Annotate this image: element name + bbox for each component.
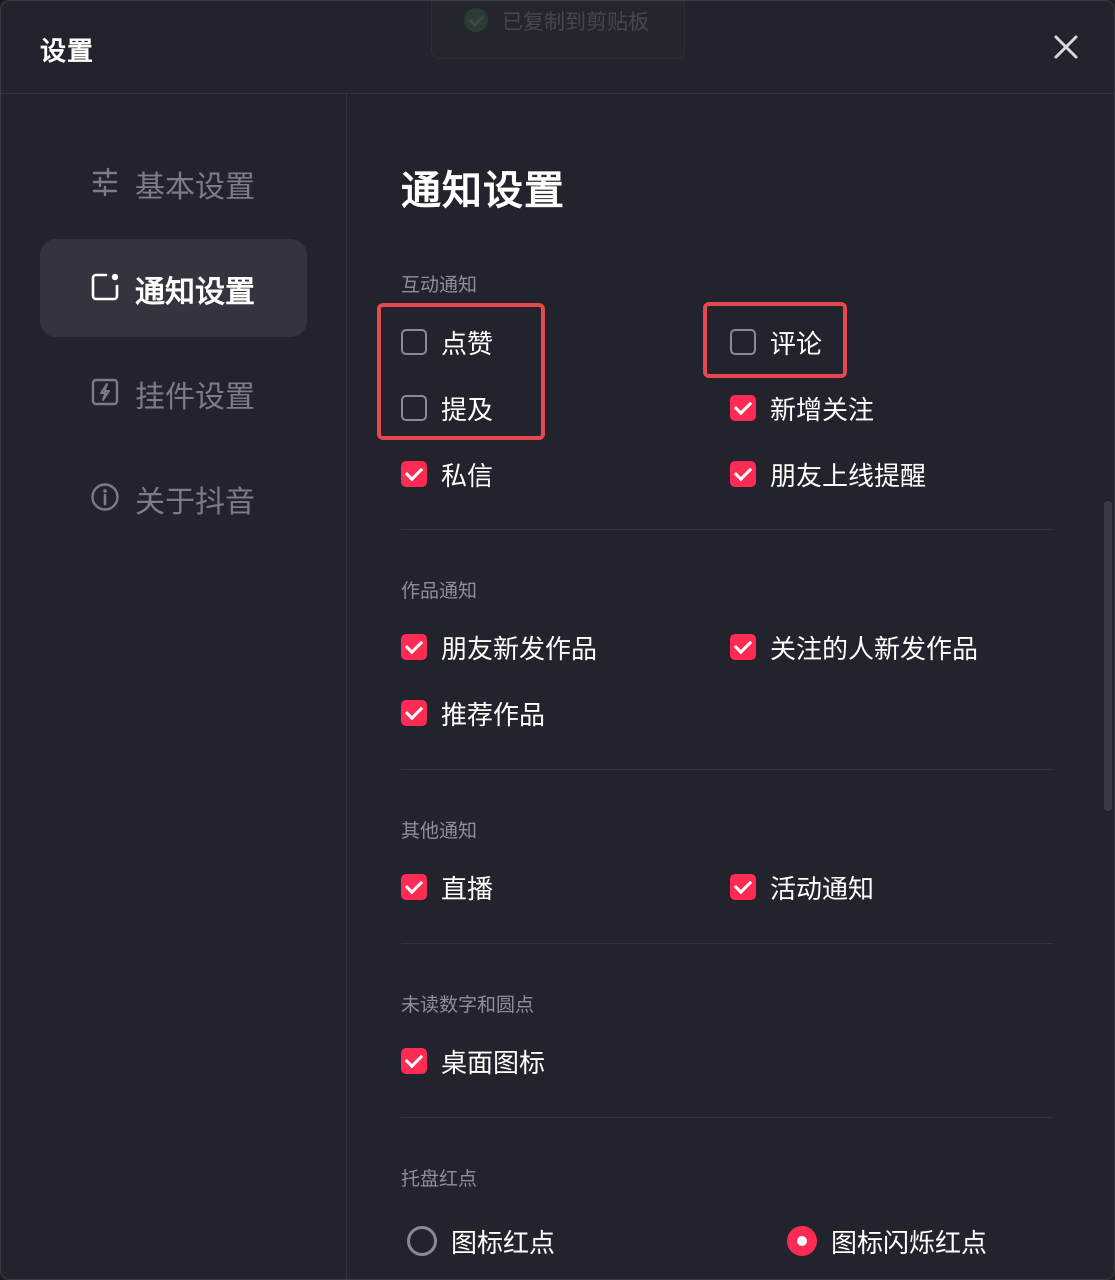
section-label-interaction: 互动通知 — [401, 274, 478, 296]
sidebar-item-label: 挂件设置 — [135, 380, 255, 415]
section-divider — [401, 943, 1053, 944]
option-label: 活动通知 — [770, 874, 875, 905]
checkbox-box — [401, 395, 427, 421]
friend-online-checkbox[interactable]: 朋友上线提醒 — [730, 454, 926, 494]
toast-text: 已复制到剪贴板 — [502, 10, 649, 34]
mention-checkbox[interactable]: 提及 — [401, 388, 493, 428]
radio-circle — [787, 1226, 817, 1256]
checkbox-box — [401, 874, 427, 900]
following-new-work-checkbox[interactable]: 关注的人新发作品 — [730, 627, 978, 667]
friend-new-work-checkbox[interactable]: 朋友新发作品 — [401, 627, 597, 667]
desktop-icon-checkbox[interactable]: 桌面图标 — [401, 1041, 545, 1081]
notification-icon — [91, 273, 119, 301]
section-divider — [401, 1117, 1053, 1118]
sidebar: 基本设置 通知设置 挂件设置 关于抖音 — [1, 94, 347, 1279]
checkbox-box — [730, 395, 756, 421]
sidebar-item-notification-settings[interactable]: 通知设置 — [40, 239, 307, 337]
settings-window: 设置 已复制到剪贴板 基本设置 通知设置 挂件设置 关于抖音 通知设置 互动通知… — [0, 0, 1115, 1280]
section-label-works: 作品通知 — [401, 580, 478, 602]
info-icon — [91, 483, 119, 511]
checkbox-box — [730, 874, 756, 900]
scrollbar[interactable] — [1104, 501, 1112, 811]
option-label: 图标闪烁红点 — [831, 1228, 988, 1259]
recommended-work-checkbox[interactable]: 推荐作品 — [401, 693, 545, 733]
like-checkbox[interactable]: 点赞 — [401, 322, 493, 362]
live-checkbox[interactable]: 直播 — [401, 867, 493, 907]
checkbox-box — [401, 634, 427, 660]
section-label-tray: 托盘红点 — [401, 1168, 478, 1190]
option-label: 朋友上线提醒 — [770, 461, 927, 492]
page-title: 通知设置 — [401, 168, 565, 214]
option-label: 私信 — [441, 461, 494, 492]
copied-toast: 已复制到剪贴板 — [431, 1, 685, 59]
sidebar-item-label: 关于抖音 — [135, 485, 255, 520]
check-circle-icon — [464, 8, 488, 32]
option-label: 推荐作品 — [441, 700, 546, 731]
new-follower-checkbox[interactable]: 新增关注 — [730, 388, 874, 428]
option-label: 桌面图标 — [441, 1048, 546, 1079]
notification-settings-panel: 通知设置 互动通知 点赞 评论 提及 新增关注 私信 朋友上线提醒 作品通知 朋… — [401, 94, 1053, 1279]
option-label: 关注的人新发作品 — [770, 634, 979, 665]
activity-notification-checkbox[interactable]: 活动通知 — [730, 867, 874, 907]
close-button[interactable] — [1048, 29, 1084, 65]
checkbox-box — [401, 700, 427, 726]
option-label: 图标红点 — [451, 1228, 556, 1259]
checkbox-box — [730, 329, 756, 355]
section-divider — [401, 529, 1053, 530]
sidebar-item-about-douyin[interactable]: 关于抖音 — [40, 449, 307, 547]
option-label: 提及 — [441, 395, 494, 426]
sliders-icon — [92, 167, 118, 197]
option-label: 直播 — [441, 874, 494, 905]
close-icon — [1054, 35, 1078, 59]
window-header: 设置 已复制到剪贴板 — [1, 1, 1114, 94]
icon-red-dot-radio[interactable]: 图标红点 — [407, 1221, 555, 1261]
sidebar-item-label: 通知设置 — [135, 275, 255, 310]
option-label: 评论 — [770, 329, 823, 360]
option-label: 朋友新发作品 — [441, 634, 598, 665]
sidebar-item-widget-settings[interactable]: 挂件设置 — [40, 344, 307, 442]
checkbox-box — [401, 329, 427, 355]
option-label: 新增关注 — [770, 395, 875, 426]
widget-bolt-icon — [91, 378, 119, 406]
section-divider — [401, 769, 1053, 770]
section-label-other: 其他通知 — [401, 820, 478, 842]
checkbox-box — [401, 1048, 427, 1074]
direct-message-checkbox[interactable]: 私信 — [401, 454, 493, 494]
sidebar-item-basic-settings[interactable]: 基本设置 — [40, 134, 307, 232]
icon-blinking-red-dot-radio[interactable]: 图标闪烁红点 — [787, 1221, 987, 1261]
radio-circle — [407, 1226, 437, 1256]
section-label-unread: 未读数字和圆点 — [401, 994, 535, 1016]
checkbox-box — [730, 461, 756, 487]
comment-checkbox[interactable]: 评论 — [730, 322, 822, 362]
sidebar-item-label: 基本设置 — [135, 170, 255, 205]
checkbox-box — [730, 634, 756, 660]
option-label: 点赞 — [441, 329, 494, 360]
window-title: 设置 — [40, 37, 95, 67]
checkbox-box — [401, 461, 427, 487]
